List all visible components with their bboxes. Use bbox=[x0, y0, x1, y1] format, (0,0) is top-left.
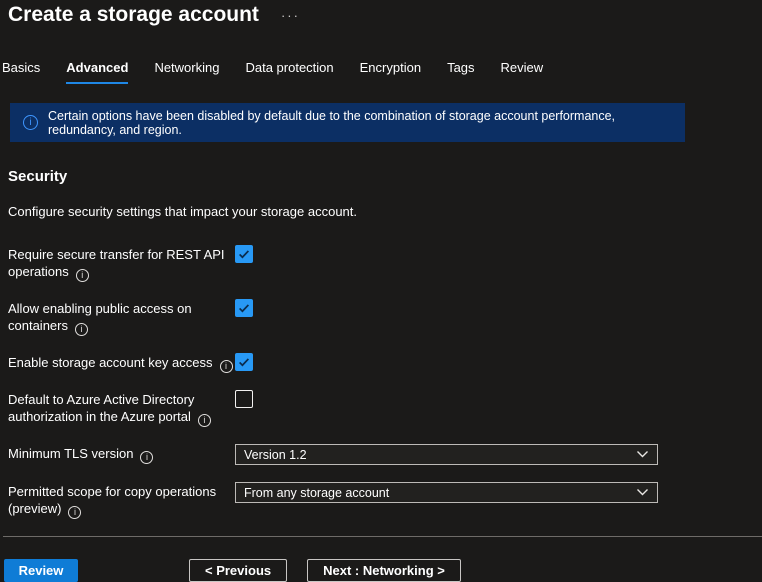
footer-divider bbox=[3, 536, 762, 537]
field-row-public-access: Allow enabling public access on containe… bbox=[8, 299, 762, 336]
field-row-tls-version: Minimum TLS version Version 1.2 bbox=[8, 444, 762, 465]
copy-scope-dropdown[interactable]: From any storage account bbox=[235, 482, 658, 503]
secure-transfer-checkbox[interactable] bbox=[235, 245, 253, 263]
tab-data-protection[interactable]: Data protection bbox=[245, 60, 333, 84]
field-row-copy-scope: Permitted scope for copy operations (pre… bbox=[8, 482, 762, 519]
info-banner: Certain options have been disabled by de… bbox=[10, 103, 685, 142]
info-icon[interactable] bbox=[198, 414, 211, 427]
previous-button[interactable]: < Previous bbox=[189, 559, 287, 582]
dropdown-value: From any storage account bbox=[244, 486, 389, 500]
tab-networking[interactable]: Networking bbox=[154, 60, 219, 84]
tab-basics[interactable]: Basics bbox=[2, 60, 40, 84]
tab-tags[interactable]: Tags bbox=[447, 60, 474, 84]
checkmark-icon bbox=[237, 301, 251, 315]
field-label: Enable storage account key access bbox=[8, 353, 235, 373]
field-label: Default to Azure Active Directory author… bbox=[8, 390, 235, 427]
info-icon bbox=[23, 115, 38, 130]
more-actions-icon[interactable]: ··· bbox=[281, 9, 300, 22]
field-label: Minimum TLS version bbox=[8, 444, 235, 464]
info-banner-text: Certain options have been disabled by de… bbox=[48, 109, 672, 137]
info-icon[interactable] bbox=[140, 451, 153, 464]
field-label: Allow enabling public access on containe… bbox=[8, 299, 235, 336]
next-networking-button[interactable]: Next : Networking > bbox=[307, 559, 461, 582]
section-heading-security: Security bbox=[8, 168, 762, 185]
checkmark-icon bbox=[237, 355, 251, 369]
tab-review[interactable]: Review bbox=[501, 60, 544, 84]
review-button[interactable]: Review bbox=[4, 559, 78, 582]
field-row-aad-authorization: Default to Azure Active Directory author… bbox=[8, 390, 762, 427]
section-description: Configure security settings that impact … bbox=[8, 204, 762, 219]
info-icon[interactable] bbox=[76, 269, 89, 282]
info-icon[interactable] bbox=[220, 360, 233, 373]
public-access-checkbox[interactable] bbox=[235, 299, 253, 317]
chevron-down-icon bbox=[636, 450, 649, 459]
field-label: Permitted scope for copy operations (pre… bbox=[8, 482, 235, 519]
field-row-secure-transfer: Require secure transfer for REST API ope… bbox=[8, 245, 762, 282]
dropdown-value: Version 1.2 bbox=[244, 448, 307, 462]
wizard-tabs: Basics Advanced Networking Data protecti… bbox=[2, 60, 762, 84]
tls-version-dropdown[interactable]: Version 1.2 bbox=[235, 444, 658, 465]
tab-advanced[interactable]: Advanced bbox=[66, 60, 128, 84]
chevron-down-icon bbox=[636, 488, 649, 497]
field-row-key-access: Enable storage account key access bbox=[8, 353, 762, 373]
key-access-checkbox[interactable] bbox=[235, 353, 253, 371]
page-title: Create a storage account bbox=[8, 3, 259, 27]
page-header: Create a storage account ··· bbox=[0, 0, 762, 27]
wizard-footer: Review < Previous Next : Networking > bbox=[0, 559, 762, 582]
checkmark-icon bbox=[237, 247, 251, 261]
info-icon[interactable] bbox=[75, 323, 88, 336]
info-icon[interactable] bbox=[68, 506, 81, 519]
aad-authorization-checkbox[interactable] bbox=[235, 390, 253, 408]
field-label: Require secure transfer for REST API ope… bbox=[8, 245, 235, 282]
tab-encryption[interactable]: Encryption bbox=[360, 60, 421, 84]
security-form: Require secure transfer for REST API ope… bbox=[8, 245, 762, 519]
